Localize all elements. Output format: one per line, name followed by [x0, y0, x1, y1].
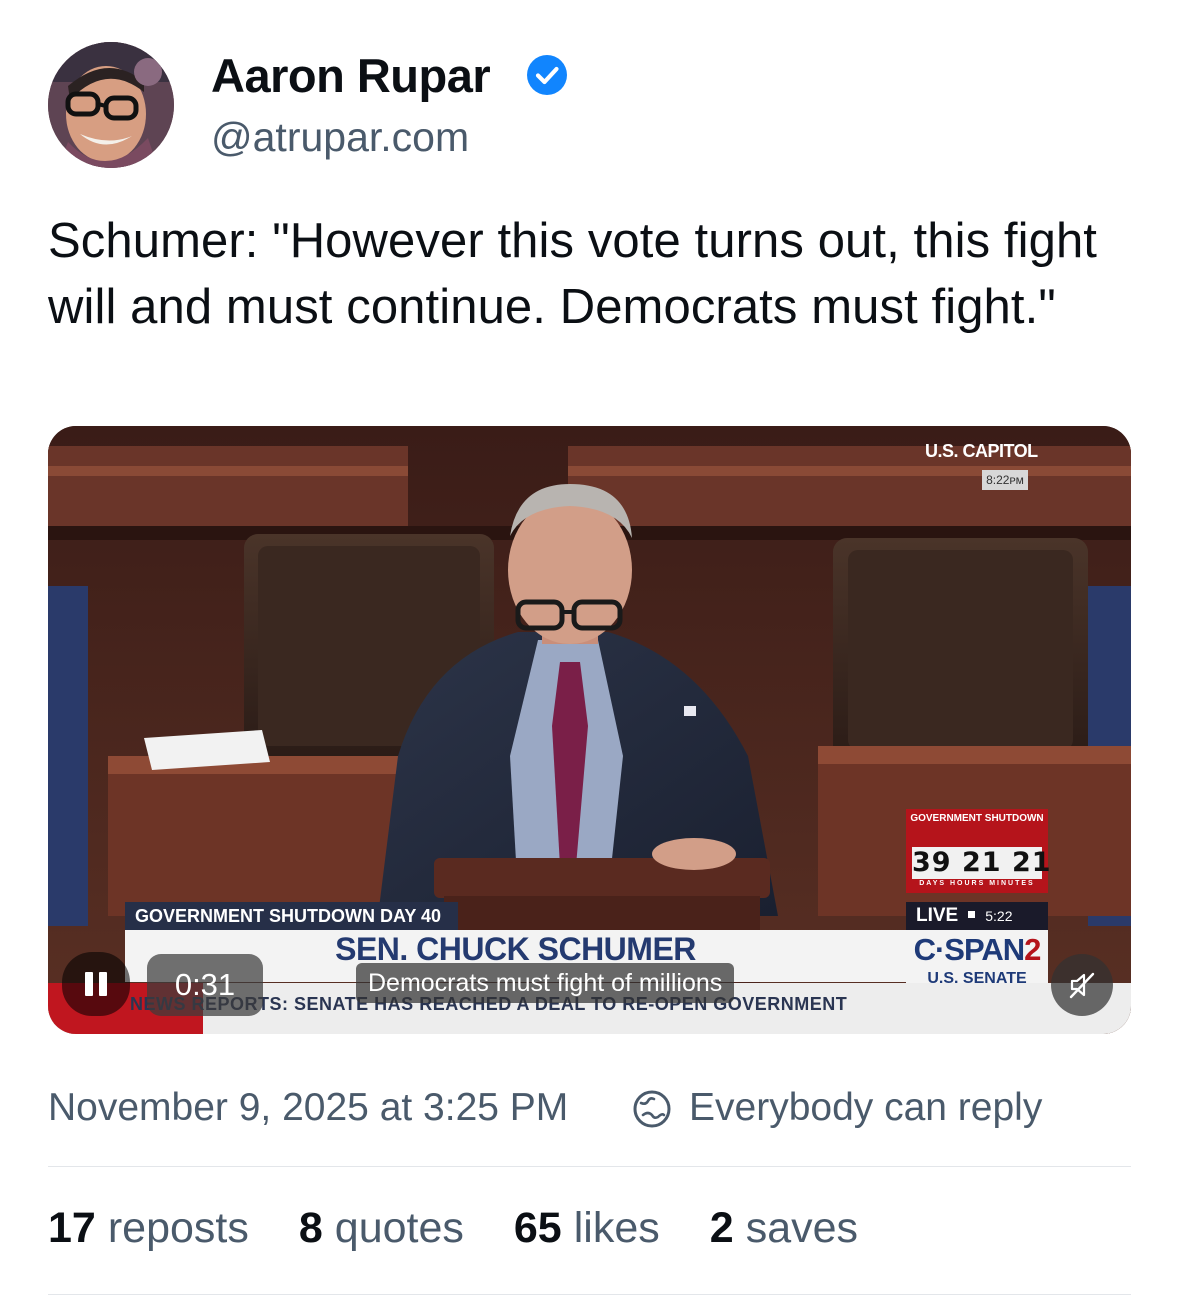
- reply-setting: Everybody can reply: [689, 1086, 1043, 1129]
- reposts-stat[interactable]: 17 reposts: [48, 1204, 249, 1260]
- reposts-label: reposts: [107, 1204, 249, 1252]
- author-name[interactable]: Aaron Rupar: [211, 48, 491, 103]
- pause-icon: [85, 972, 107, 996]
- live-label: LIVE: [916, 905, 959, 926]
- post-stats: 17 reposts 8 quotes 65 likes 2 saves: [48, 1204, 858, 1260]
- author-handle[interactable]: @atrupar.com: [211, 114, 469, 161]
- quotes-stat[interactable]: 8 quotes: [299, 1204, 464, 1260]
- mute-button[interactable]: [1051, 954, 1113, 1016]
- lower-third-label: GOVERNMENT SHUTDOWN DAY 40: [125, 902, 458, 930]
- location-time: 8:22ᴘᴍ: [982, 470, 1028, 490]
- saves-label: saves: [745, 1204, 859, 1252]
- pause-button[interactable]: [62, 952, 130, 1016]
- divider: [48, 1166, 1131, 1167]
- globe-icon: [633, 1090, 671, 1128]
- live-dot-icon: [968, 910, 976, 918]
- reposts-count: 17: [48, 1204, 96, 1252]
- location-label: U.S. CAPITOL: [925, 441, 1038, 461]
- shutdown-title: GOVERNMENT SHUTDOWN: [910, 813, 1044, 824]
- post-timestamp[interactable]: November 9, 2025 at 3:25 PM: [48, 1086, 568, 1130]
- saves-stat[interactable]: 2 saves: [710, 1204, 858, 1260]
- likes-count: 65: [513, 1204, 562, 1252]
- divider: [48, 1294, 1131, 1295]
- elapsed-time: 0:31: [147, 954, 263, 1016]
- speaker-muted-icon: [1069, 972, 1095, 999]
- saves-count: 2: [709, 1204, 734, 1252]
- live-indicator: LIVE 5:22: [906, 902, 1048, 930]
- counter-units: DAYS HOURS MINUTES: [919, 880, 1035, 887]
- likes-stat[interactable]: 65 likes: [514, 1204, 660, 1260]
- video-player[interactable]: U.S. CAPITOL 8:22ᴘᴍ GOVERNMENT SHUTDOWN …: [48, 426, 1131, 1034]
- shutdown-counter: 39 21 21: [912, 847, 1052, 879]
- avatar-photo: [48, 42, 174, 168]
- live-time: 5:22: [985, 908, 1013, 924]
- network-number: 2: [1024, 932, 1041, 967]
- post-text: Schumer: "However this vote turns out, t…: [48, 214, 1098, 334]
- quotes-count: 8: [298, 1204, 323, 1252]
- network-logo: C·SPAN2: [906, 932, 1048, 968]
- network-name: C·SPAN: [913, 932, 1026, 967]
- likes-label: likes: [573, 1204, 660, 1252]
- verified-check-icon: [527, 55, 567, 95]
- quotes-label: quotes: [334, 1204, 464, 1252]
- video-caption: Democrats must fight of millions: [356, 963, 735, 1003]
- author-avatar[interactable]: [48, 42, 174, 168]
